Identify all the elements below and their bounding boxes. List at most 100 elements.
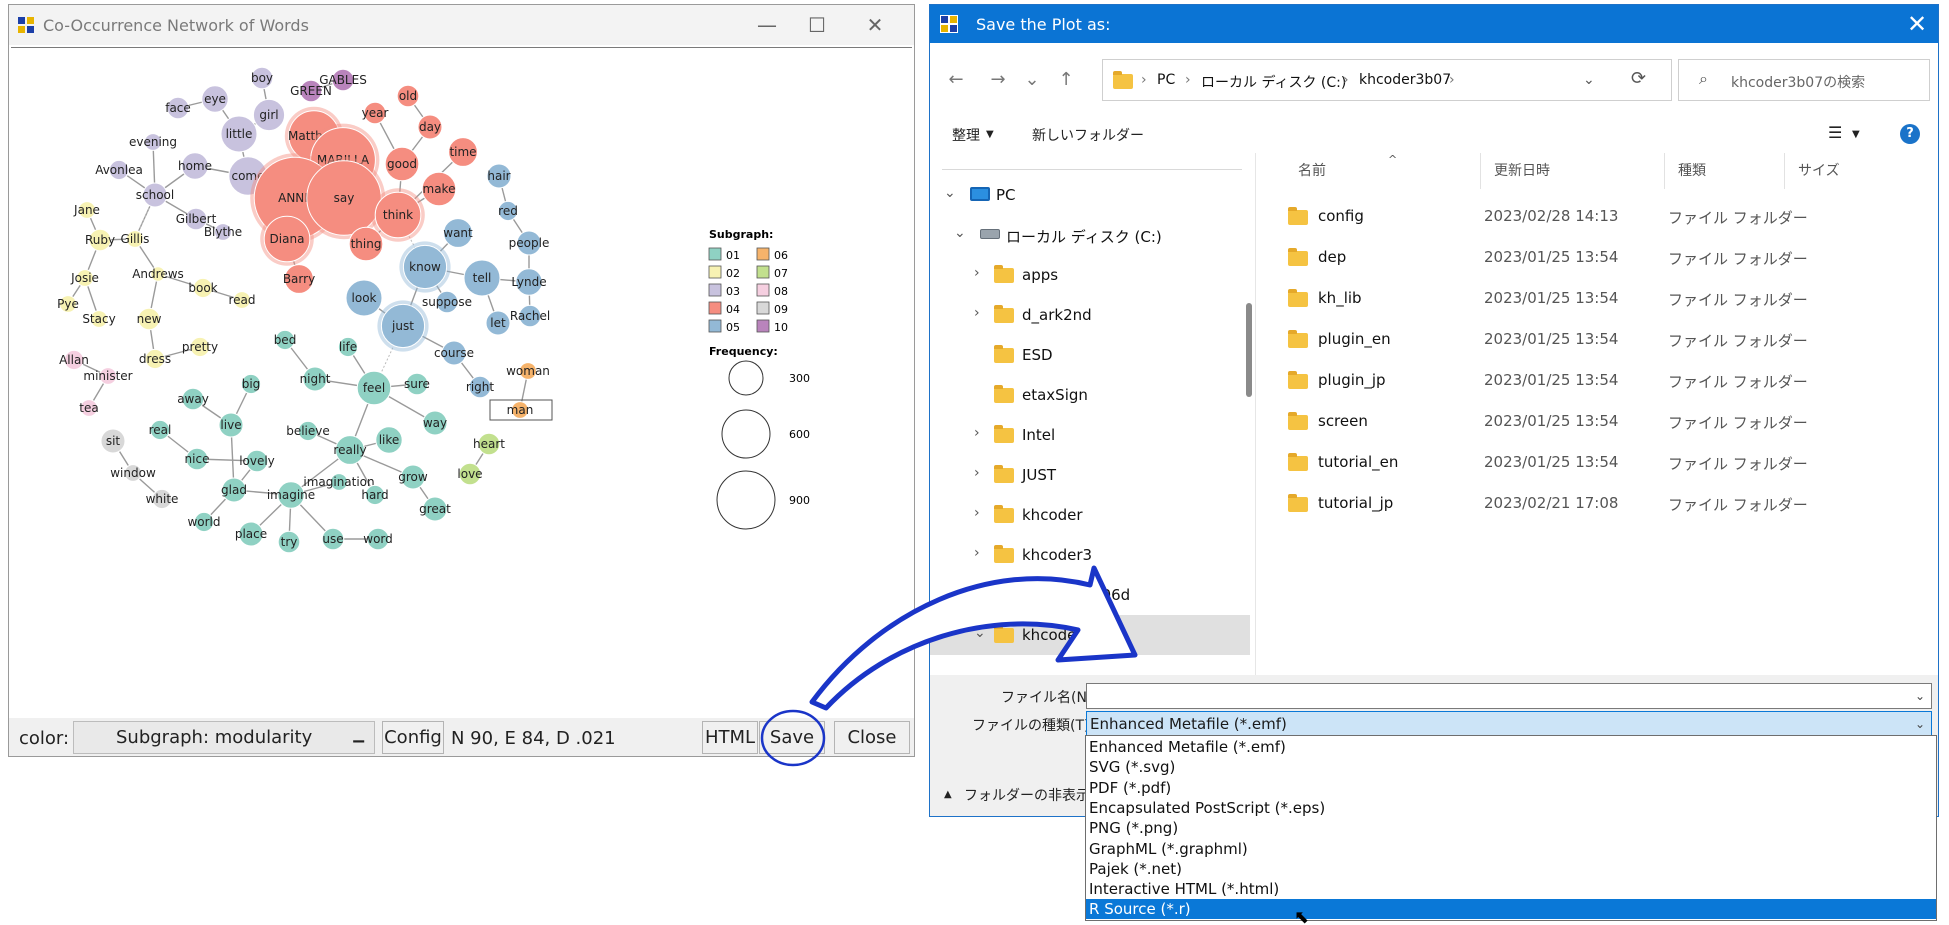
maximize-icon[interactable]: ☐ [799, 11, 835, 39]
tree-item-khcoder3[interactable]: › khcoder3 [930, 535, 1250, 575]
search-box[interactable]: ⌕ khcoder3b07の検索 [1678, 59, 1930, 101]
tree-item-d-ark2nd[interactable]: › d_ark2nd [930, 295, 1250, 335]
tree-item-pc[interactable]: ⌄ PC [930, 175, 1250, 215]
refresh-icon[interactable]: ⟳ [1631, 68, 1646, 89]
tree-item-khcoder[interactable]: › khcoder [930, 495, 1250, 535]
view-options-icon[interactable]: ☰ [1828, 123, 1842, 142]
filetype-option[interactable]: SVG (*.svg) [1086, 757, 1936, 777]
tree-item--c-[interactable]: ⌄ ローカル ディスク (C:) [930, 215, 1250, 255]
column-divider[interactable] [1664, 153, 1665, 189]
chevron-right-icon[interactable]: › [974, 425, 980, 441]
network-node-label: like [379, 433, 400, 447]
file-row[interactable]: plugin_jp 2023/01/25 13:54 ファイル フォルダー [1258, 361, 1918, 401]
up-icon[interactable]: ↑ [1048, 65, 1084, 95]
recent-locations-icon[interactable]: ⌄ [1014, 65, 1050, 95]
column-header-type[interactable]: 種類 [1678, 160, 1706, 180]
chevron-right-icon[interactable]: › [974, 505, 980, 521]
file-row[interactable]: kh_lib 2023/01/25 13:54 ファイル フォルダー [1258, 279, 1918, 319]
network-node-label: Barry [283, 272, 315, 286]
tree-item-etaxsign[interactable]: etaxSign [930, 375, 1250, 415]
chevron-down-icon[interactable]: ⌄ [1915, 684, 1925, 708]
file-row[interactable]: tutorial_en 2023/01/25 13:54 ファイル フォルダー [1258, 443, 1918, 483]
tree-item-khcoder3b06d[interactable]: › khcoder3b06d [930, 575, 1250, 615]
legend-swatch-label: 02 [726, 267, 740, 280]
pane-divider[interactable] [1255, 153, 1256, 675]
chevron-right-icon[interactable]: › [974, 545, 980, 561]
back-icon[interactable]: ← [938, 65, 974, 95]
chevron-right-icon[interactable]: › [974, 305, 980, 321]
legend-frequency-label: 600 [789, 428, 810, 441]
tree-item-just[interactable]: › JUST [930, 455, 1250, 495]
file-row[interactable]: config 2023/02/28 14:13 ファイル フォルダー [1258, 197, 1918, 237]
file-row[interactable]: plugin_en 2023/01/25 13:54 ファイル フォルダー [1258, 320, 1918, 360]
filename-input[interactable]: ⌄ [1086, 683, 1932, 709]
column-header-name[interactable]: 名前 [1298, 160, 1326, 180]
tree-item-esd[interactable]: ESD [930, 335, 1250, 375]
address-bar[interactable]: › PC › ローカル ディスク (C:) › khcoder3b07 › ⌄ … [1102, 59, 1672, 101]
breadcrumb-drive[interactable]: ローカル ディスク (C:) [1201, 72, 1346, 92]
network-node-label: great [419, 502, 451, 516]
chevron-down-icon[interactable]: ⌄ [944, 185, 956, 201]
address-dropdown-icon[interactable]: ⌄ [1583, 72, 1595, 88]
network-node-label: imagination [303, 475, 374, 489]
tree-scrollbar[interactable] [1246, 303, 1252, 397]
file-row[interactable]: dep 2023/01/25 13:54 ファイル フォルダー [1258, 238, 1918, 278]
tree-item-intel[interactable]: › Intel [930, 415, 1250, 455]
column-header-modified[interactable]: 更新日時 [1494, 160, 1550, 180]
file-row[interactable]: tutorial_jp 2023/02/21 17:08 ファイル フォルダー [1258, 484, 1918, 524]
file-modified: 2023/01/25 13:54 [1484, 248, 1619, 266]
network-window-titlebar[interactable]: Co-Occurrence Network of Words — ☐ ✕ [9, 5, 914, 45]
file-name: screen [1318, 412, 1368, 430]
help-icon[interactable]: ? [1900, 124, 1920, 144]
filetype-option[interactable]: PDF (*.pdf) [1086, 778, 1936, 798]
folder-icon [1288, 248, 1308, 266]
network-node-label: evening [129, 135, 177, 149]
close-button[interactable]: Close [834, 721, 910, 754]
filetype-option[interactable]: PNG (*.png) [1086, 818, 1936, 838]
hide-folders-button[interactable]: フォルダーの非表示 [964, 785, 1090, 805]
network-window: Co-Occurrence Network of Words — ☐ ✕ boy… [8, 4, 915, 757]
filetype-select[interactable]: Enhanced Metafile (*.emf) ⌄ [1086, 711, 1932, 737]
column-divider[interactable] [1480, 153, 1481, 189]
config-button[interactable]: Config [382, 721, 444, 754]
save-dialog-titlebar[interactable]: Save the Plot as: ✕ [930, 5, 1938, 43]
html-button[interactable]: HTML [702, 721, 758, 754]
save-button[interactable]: Save [759, 721, 825, 754]
chevron-down-icon[interactable]: ⌄ [974, 625, 986, 641]
chevron-down-icon[interactable]: ⌄ [954, 225, 966, 241]
folder-icon [994, 305, 1014, 323]
color-label: color: [19, 728, 70, 749]
column-divider[interactable] [1784, 153, 1785, 189]
tree-item-label: khcoder3b07 [1022, 626, 1121, 644]
file-row[interactable]: screen 2023/01/25 13:54 ファイル フォルダー [1258, 402, 1918, 442]
network-node-label: read [228, 293, 255, 307]
filetype-option[interactable]: R Source (*.r) [1086, 899, 1936, 920]
close-icon[interactable]: ✕ [1902, 9, 1932, 39]
filetype-option[interactable]: Encapsulated PostScript (*.eps) [1086, 798, 1936, 818]
new-folder-button[interactable]: 新しいフォルダー [1032, 125, 1144, 145]
filetype-option[interactable]: Pajek (*.net) [1086, 859, 1936, 879]
breadcrumb-pc[interactable]: PC [1157, 72, 1175, 88]
tree-item-khcoder3b07[interactable]: ⌄ khcoder3b07 [930, 615, 1250, 655]
file-name: config [1318, 207, 1364, 225]
color-select[interactable]: Subgraph: modularity ▁ [73, 721, 375, 754]
chevron-right-icon[interactable]: › [974, 265, 980, 281]
chevron-right-icon[interactable]: › [974, 465, 980, 481]
network-node-label: year [362, 106, 389, 120]
filetype-option[interactable]: Enhanced Metafile (*.emf) [1086, 737, 1936, 757]
minimize-icon[interactable]: — [749, 11, 785, 39]
chevron-up-icon: ▲ [944, 789, 952, 800]
network-node-label: say [334, 191, 355, 205]
forward-icon[interactable]: → [980, 65, 1016, 95]
view-dropdown-icon[interactable]: ▼ [1852, 129, 1860, 140]
breadcrumb-folder[interactable]: khcoder3b07 [1359, 72, 1451, 88]
filetype-option[interactable]: Interactive HTML (*.html) [1086, 879, 1936, 899]
chevron-right-icon[interactable]: › [974, 585, 980, 601]
organize-button[interactable]: 整理 [952, 125, 980, 145]
column-header-size[interactable]: サイズ [1798, 160, 1840, 180]
tree-item-apps[interactable]: › apps [930, 255, 1250, 295]
file-name: plugin_en [1318, 330, 1391, 348]
filetype-option[interactable]: GraphML (*.graphml) [1086, 839, 1936, 859]
close-icon[interactable]: ✕ [857, 11, 893, 39]
search-input[interactable]: khcoder3b07の検索 [1731, 72, 1865, 92]
